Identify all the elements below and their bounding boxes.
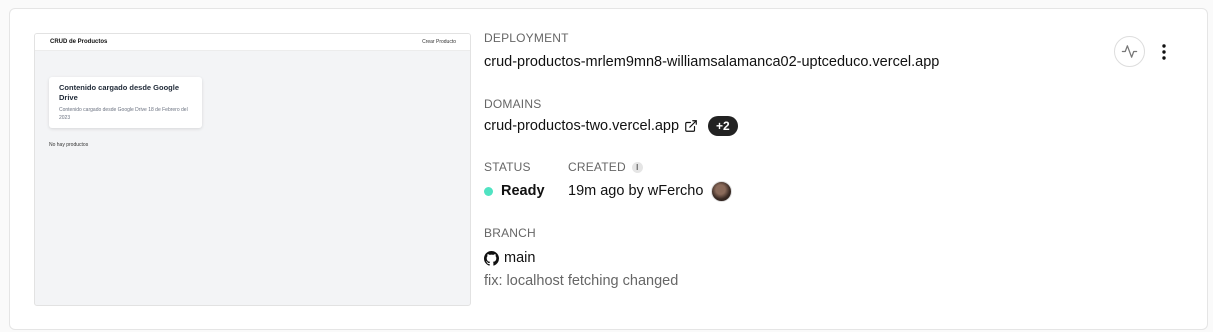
activity-icon: [1121, 43, 1138, 60]
deployment-url[interactable]: crud-productos-mrlem9mn8-williamsalamanc…: [484, 54, 939, 70]
created-label: CREATED: [568, 160, 626, 174]
status-value: Ready: [501, 183, 545, 199]
preview-nav-link: Crear Producto: [422, 39, 456, 45]
preview-card-title: Contenido cargado desde Google Drive: [59, 83, 180, 102]
branch-label: BRANCH: [484, 226, 536, 240]
commit-message[interactable]: fix: localhost fetching changed: [484, 273, 678, 289]
deployment-label: DEPLOYMENT: [484, 31, 569, 45]
created-label-wrap: CREATED i: [568, 160, 643, 174]
github-icon: [484, 250, 499, 266]
branch-row[interactable]: main: [484, 247, 535, 269]
created-row: 19m ago by wFercho: [568, 180, 733, 202]
preview-empty-text: No hay productos: [49, 142, 89, 148]
domain-link[interactable]: crud-productos-two.vercel.app: [484, 118, 679, 134]
status-label: STATUS: [484, 160, 531, 174]
external-link-icon[interactable]: [684, 119, 698, 133]
created-value: 19m ago by wFercho: [568, 183, 704, 199]
deployment-preview[interactable]: CRUD de Productos Crear Producto Conteni…: [34, 33, 471, 306]
preview-content-card: Contenido cargado desde Google Drive Con…: [49, 77, 202, 128]
preview-navbar: CRUD de Productos Crear Producto: [35, 34, 470, 51]
domains-count-badge[interactable]: +2: [708, 116, 738, 136]
more-vertical-icon: [1162, 44, 1166, 60]
more-options-button[interactable]: [1154, 40, 1174, 64]
preview-brand: CRUD de Productos: [50, 39, 108, 45]
avatar[interactable]: [711, 180, 733, 202]
domains-row: crud-productos-two.vercel.app +2: [484, 115, 738, 137]
info-icon[interactable]: i: [631, 161, 643, 173]
preview-card-description: Contenido cargado desde Google Drive 18 …: [59, 107, 188, 121]
domains-label: DOMAINS: [484, 97, 542, 111]
status-row: Ready: [484, 180, 545, 202]
branch-name: main: [504, 250, 536, 266]
status-dot-icon: [484, 186, 493, 196]
activity-button[interactable]: [1114, 36, 1145, 67]
